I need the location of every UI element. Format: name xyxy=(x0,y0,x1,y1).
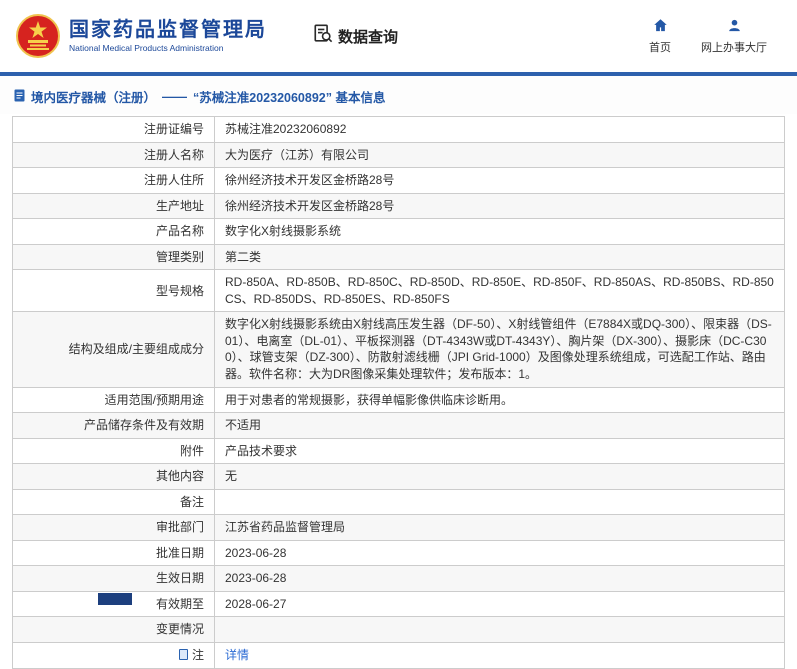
field-label: 结构及组成/主要组成成分 xyxy=(12,311,215,388)
field-label: 注 xyxy=(12,642,215,669)
table-row: 注册人住所 徐州经济技术开发区金桥路28号 xyxy=(12,167,785,194)
registration-info-table: 注册证编号 苏械注准20232060892 注册人名称 大为医疗（江苏）有限公司 注册人… xyxy=(12,116,785,669)
table-row: 备注 xyxy=(12,488,785,516)
page-header: 国家药品监督管理局 National Medical Products Admi… xyxy=(0,0,797,72)
field-label: 产品名称 xyxy=(12,218,215,245)
field-label: 适用范围/预期用途 xyxy=(12,386,215,414)
data-query-label: 数据查询 xyxy=(338,28,399,46)
field-label: 注册人住所 xyxy=(12,167,215,194)
table-row: 其他内容无 xyxy=(12,463,785,490)
table-row: 生效日期 2023-06-28 xyxy=(12,565,785,592)
breadcrumb: 境内医疗器械（注册） —— “苏械注准20232060892” 基本信息 xyxy=(0,76,797,114)
nav-home-label: 首页 xyxy=(649,41,671,54)
nmpa-emblem-logo xyxy=(16,14,60,58)
field-value: RD-850A、RD-850B、RD-850C、RD-850D、RD-850E、… xyxy=(214,269,785,313)
breadcrumb-category[interactable]: 境内医疗器械（注册） xyxy=(31,87,156,106)
top-nav: 首页 网上办事大厅 xyxy=(649,18,781,55)
field-value: 无 xyxy=(214,463,785,490)
field-value: 苏械注准20232060892 xyxy=(214,116,785,143)
data-query-nav[interactable]: 数据查询 xyxy=(313,24,398,48)
field-label: 产品储存条件及有效期 xyxy=(12,412,215,439)
field-value: 江苏省药品监督管理局 xyxy=(214,514,785,541)
table-row: 注册人名称 大为医疗（江苏）有限公司 xyxy=(12,141,785,169)
field-value: 2023-06-28 xyxy=(214,565,785,592)
nav-item-service-hall[interactable]: 网上办事大厅 xyxy=(701,18,767,55)
agency-title-block: 国家药品监督管理局 National Medical Products Admi… xyxy=(69,19,267,53)
table-row: 型号规格 RD-850A、RD-850B、RD-850C、RD-850D、RD-8… xyxy=(12,269,785,313)
page-title: “苏械注准20232060892” 基本信息 xyxy=(193,91,386,105)
table-row: 产品储存条件及有效期 不适用 xyxy=(12,412,785,439)
field-value: 数字化X射线摄影系统由X射线高压发生器（DF-50）、X射线管组件（E7884X… xyxy=(214,311,785,388)
field-value: 徐州经济技术开发区金桥路28号 xyxy=(214,192,785,220)
table-row: 适用范围/预期用途 用于对患者的常规摄影，获得单幅影像供临床诊断用。 xyxy=(12,386,785,414)
table-row: 结构及组成/主要组成成分 数字化X射线摄影系统由X射线高压发生器（DF-50）、X… xyxy=(12,311,785,388)
table-row: 变更情况 xyxy=(12,616,785,644)
attachment-icon xyxy=(178,649,188,661)
field-label: 注册人名称 xyxy=(12,141,215,169)
agency-name-en: National Medical Products Administration xyxy=(69,42,224,53)
table-row: 生产地址 徐州经济技术开发区金桥路28号 xyxy=(12,192,785,220)
field-label: 变更情况 xyxy=(12,616,215,644)
field-label: 管理类别 xyxy=(12,243,215,271)
user-icon xyxy=(727,18,742,36)
field-label: 生效日期 xyxy=(12,565,215,592)
field-label: 备注 xyxy=(12,488,215,516)
nav-hall-label: 网上办事大厅 xyxy=(701,41,767,54)
field-value xyxy=(214,488,785,516)
table-row: 注册证编号 苏械注准20232060892 xyxy=(12,116,785,143)
registration-table-body: 注册证编号 苏械注准20232060892 注册人名称 大为医疗（江苏）有限公司 注册人… xyxy=(12,116,785,669)
field-label: 生产地址 xyxy=(12,192,215,220)
table-row: 注详情 xyxy=(12,642,785,669)
field-label: 型号规格 xyxy=(12,269,215,313)
field-value: 2023-06-28 xyxy=(214,539,785,567)
field-label: 批准日期 xyxy=(12,539,215,567)
field-label: 其他内容 xyxy=(12,463,215,490)
field-value: 用于对患者的常规摄影，获得单幅影像供临床诊断用。 xyxy=(214,386,785,414)
field-label: 审批部门 xyxy=(12,514,215,541)
agency-name-cn: 国家药品监督管理局 xyxy=(69,18,267,41)
nav-item-home[interactable]: 首页 xyxy=(649,18,671,55)
field-value: 徐州经济技术开发区金桥路28号 xyxy=(214,167,785,194)
field-label: 附件 xyxy=(12,437,215,465)
table-row: 管理类别 第二类 xyxy=(12,243,785,271)
field-value xyxy=(214,616,785,644)
field-value: 产品技术要求 xyxy=(214,437,785,465)
footer-fragment xyxy=(98,593,132,605)
breadcrumb-separator: —— xyxy=(162,89,188,104)
table-row: 审批部门 江苏省药品监督管理局 xyxy=(12,514,785,541)
table-row: 产品名称 数字化X射线摄影系统 xyxy=(12,218,785,245)
field-value: 详情 xyxy=(214,642,785,669)
detail-link[interactable]: 详情 xyxy=(225,648,249,662)
data-query-icon xyxy=(313,24,333,48)
table-row: 批准日期 2023-06-28 xyxy=(12,539,785,567)
field-value: 数字化X射线摄影系统 xyxy=(214,218,785,245)
field-label: 注册证编号 xyxy=(12,116,215,143)
table-row: 附件 产品技术要求 xyxy=(12,437,785,465)
field-value: 大为医疗（江苏）有限公司 xyxy=(214,141,785,169)
field-value: 第二类 xyxy=(214,243,785,271)
document-icon xyxy=(14,89,25,105)
field-value: 不适用 xyxy=(214,412,785,439)
field-value: 2028-06-27 xyxy=(214,590,785,618)
home-icon xyxy=(653,18,668,36)
